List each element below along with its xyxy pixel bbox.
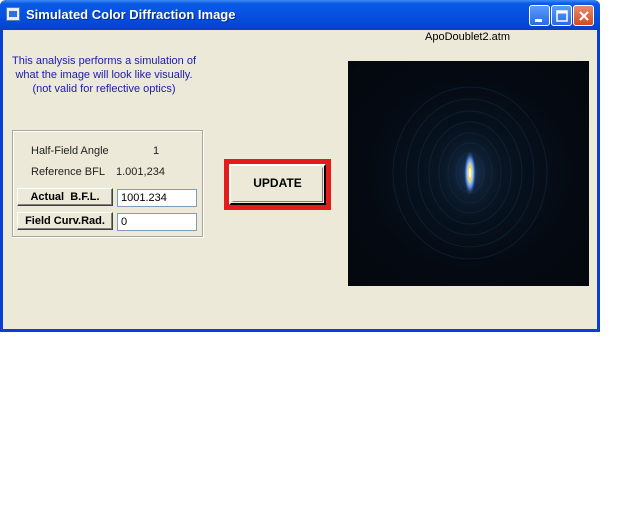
minimize-button[interactable] (529, 5, 550, 26)
diffraction-image (348, 61, 589, 286)
actual-bfl-input[interactable] (117, 189, 197, 207)
description-line: (not valid for reflective optics) (32, 83, 176, 95)
half-field-angle-value: 1 (153, 145, 160, 157)
field-curv-button[interactable]: Field Curv.Rad. (17, 212, 113, 230)
half-field-angle-label: Half-Field Angle (31, 145, 109, 157)
description-text: This analysis performs a simulation of w… (9, 54, 199, 96)
update-highlight-frame: UPDATE (224, 159, 331, 210)
file-name-label: ApoDoublet2.atm (425, 31, 510, 43)
update-button[interactable]: UPDATE (229, 164, 326, 205)
description-line: This analysis performs a simulation of (11, 55, 196, 67)
reference-bfl-label: Reference BFL (31, 166, 105, 178)
field-curv-label: Field Curv.Rad. (25, 215, 105, 227)
field-curv-input[interactable] (117, 213, 197, 231)
description-line: what the image will look like visually. (15, 69, 193, 81)
title-bar[interactable]: Simulated Color Diffraction Image (0, 0, 600, 30)
parameters-group: Half-Field Angle 1 Reference BFL 1.001,2… (12, 130, 203, 237)
maximize-button[interactable] (551, 5, 572, 26)
window-client-area: ApoDoublet2.atm This analysis performs a… (3, 30, 597, 329)
close-button[interactable] (573, 5, 594, 26)
reference-bfl-value: 1.001,234 (116, 166, 165, 178)
diffraction-window: Simulated Color Diffraction Image ApoDou… (0, 0, 600, 332)
diffraction-pattern (392, 86, 548, 260)
close-icon (579, 11, 589, 21)
window-title: Simulated Color Diffraction Image (26, 7, 236, 22)
maximize-icon (556, 10, 568, 22)
app-icon (6, 7, 20, 21)
actual-bfl-label: Actual B.F.L. (30, 191, 100, 203)
actual-bfl-button[interactable]: Actual B.F.L. (17, 188, 113, 206)
minimize-icon (535, 19, 542, 22)
